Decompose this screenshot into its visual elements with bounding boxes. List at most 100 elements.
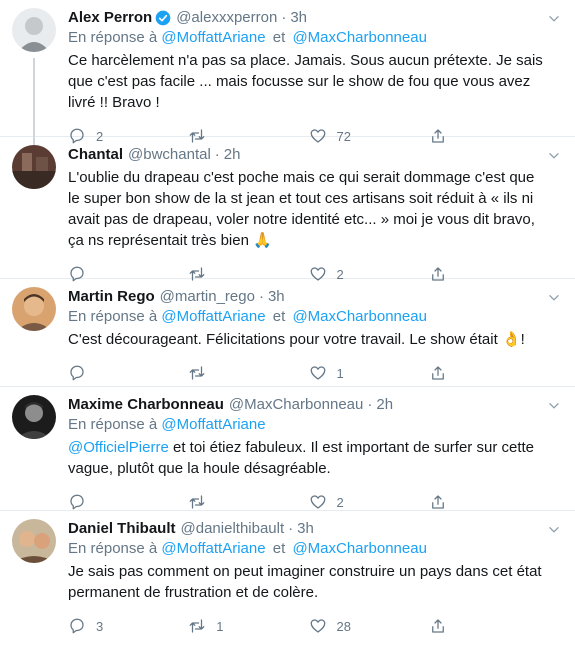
- user-handle[interactable]: @bwchantal: [128, 145, 211, 165]
- retweet-button[interactable]: 1: [188, 617, 308, 635]
- reply-count: 3: [96, 618, 104, 634]
- share-button[interactable]: [429, 364, 549, 382]
- thread-line: [33, 58, 35, 146]
- reply-icon: [70, 618, 84, 634]
- avatar[interactable]: [12, 395, 56, 439]
- user-handle[interactable]: @alexxxperron: [176, 8, 277, 28]
- tweet-header: Chantal @bwchantal · 2h: [68, 145, 549, 165]
- like-button[interactable]: 1: [309, 364, 429, 382]
- tweet-text-end: !: [520, 331, 525, 348]
- chevron-down-icon[interactable]: [547, 291, 561, 305]
- reply-context: En réponse à @MoffattAriane et @MaxCharb…: [68, 539, 549, 559]
- display-name[interactable]: Alex Perron: [68, 8, 152, 28]
- timestamp[interactable]: 3h: [297, 519, 314, 539]
- mention-link[interactable]: @MoffattAriane: [161, 29, 265, 46]
- separator-dot: ·: [258, 288, 264, 305]
- chevron-down-icon[interactable]: [547, 523, 561, 537]
- like-button[interactable]: 2: [309, 493, 429, 511]
- tweet-text: Je sais pas comment on peut imaginer con…: [68, 563, 542, 601]
- emoji: 👌: [501, 331, 521, 348]
- avatar-column: [10, 395, 60, 510]
- avatar-column: [10, 519, 60, 640]
- mention-link[interactable]: @MoffattAriane: [161, 540, 265, 557]
- timestamp[interactable]: 3h: [290, 8, 307, 28]
- share-icon: [431, 495, 444, 509]
- mention-link[interactable]: @MaxCharbonneau: [292, 308, 426, 325]
- chevron-down-icon[interactable]: [547, 399, 561, 413]
- display-name[interactable]: Chantal: [68, 145, 123, 165]
- tweet-header: Alex Perron @alexxxperron · 3h: [68, 8, 549, 28]
- separator-dot: ·: [281, 9, 287, 26]
- tweet[interactable]: Maxime Charbonneau @MaxCharbonneau · 2h …: [0, 387, 575, 511]
- reply-context: En réponse à @MoffattAriane et @MaxCharb…: [68, 28, 549, 48]
- tweet-header: Martin Rego @martin_rego · 3h: [68, 287, 549, 307]
- user-handle[interactable]: @MaxCharbonneau: [229, 395, 363, 415]
- like-button[interactable]: 28: [309, 617, 429, 635]
- tweet[interactable]: Chantal @bwchantal · 2h L'oublie du drap…: [0, 137, 575, 282]
- like-count: 28: [336, 618, 351, 634]
- tweet-text: C'est décourageant. Félicitations pour v…: [68, 329, 549, 350]
- like-icon: [310, 619, 325, 633]
- reply-prefix: En réponse à: [68, 29, 158, 46]
- avatar-column: [10, 8, 60, 146]
- separator-dot: ·: [214, 146, 220, 163]
- reply-icon: [70, 494, 84, 510]
- timestamp[interactable]: 2h: [224, 145, 241, 165]
- mention-link[interactable]: @MoffattAriane: [161, 416, 265, 433]
- share-icon: [431, 366, 444, 380]
- reply-button[interactable]: [68, 493, 188, 511]
- avatar[interactable]: [12, 8, 56, 52]
- avatar[interactable]: [12, 287, 56, 331]
- like-count: 1: [336, 365, 344, 381]
- mention-link[interactable]: @MoffattAriane: [161, 308, 265, 325]
- user-handle[interactable]: @martin_rego: [160, 287, 255, 307]
- like-count: 2: [336, 494, 344, 510]
- like-icon: [310, 366, 325, 380]
- retweet-button[interactable]: [188, 364, 308, 382]
- separator-dot: ·: [367, 396, 373, 413]
- mention-link[interactable]: @MaxCharbonneau: [292, 29, 426, 46]
- avatar[interactable]: [12, 145, 56, 189]
- tweet-actions: 3 1 28: [68, 606, 549, 646]
- retweet-icon: [189, 366, 205, 380]
- tweet[interactable]: Daniel Thibault @danielthibault · 3h En …: [0, 511, 575, 640]
- tweet-text: L'oublie du drapeau c'est poche mais ce …: [68, 167, 549, 251]
- tweet[interactable]: Alex Perron @alexxxperron · 3h En répons…: [0, 0, 575, 146]
- share-button[interactable]: [429, 493, 549, 511]
- avatar-column: [10, 287, 60, 386]
- tweet[interactable]: Martin Rego @martin_rego · 3h En réponse…: [0, 279, 575, 387]
- reply-separator: et: [272, 29, 286, 46]
- tweet-header: Daniel Thibault @danielthibault · 3h: [68, 519, 549, 539]
- retweet-icon: [189, 495, 205, 509]
- tweet-text: @OfficielPierre et toi étiez fabuleux. I…: [68, 437, 549, 479]
- tweet-text-body: C'est décourageant. Félicitations pour v…: [68, 331, 498, 348]
- separator-dot: ·: [288, 520, 294, 537]
- reply-context: En réponse à @MoffattAriane et @MaxCharb…: [68, 307, 549, 327]
- chevron-down-icon[interactable]: [547, 12, 561, 26]
- reply-context: En réponse à @MoffattAriane: [68, 415, 549, 435]
- retweet-icon: [189, 619, 205, 633]
- user-handle[interactable]: @danielthibault: [181, 519, 285, 539]
- timestamp[interactable]: 3h: [268, 287, 285, 307]
- reply-button[interactable]: 3: [68, 617, 188, 635]
- display-name[interactable]: Martin Rego: [68, 287, 155, 307]
- retweet-button[interactable]: [188, 493, 308, 511]
- avatar[interactable]: [12, 519, 56, 563]
- reply-separator: et: [272, 540, 286, 557]
- reply-button[interactable]: [68, 364, 188, 382]
- share-button[interactable]: [429, 617, 549, 635]
- chevron-down-icon[interactable]: [547, 149, 561, 163]
- reply-prefix: En réponse à: [68, 308, 158, 325]
- retweet-count: 1: [216, 618, 224, 634]
- like-icon: [310, 495, 325, 509]
- emoji: 🙏: [253, 232, 272, 249]
- avatar-column: [10, 145, 60, 278]
- display-name[interactable]: Maxime Charbonneau: [68, 395, 224, 415]
- display-name[interactable]: Daniel Thibault: [68, 519, 176, 539]
- reply-separator: et: [272, 308, 286, 325]
- timestamp[interactable]: 2h: [376, 395, 393, 415]
- mention-link[interactable]: @MaxCharbonneau: [292, 540, 426, 557]
- tweet-text-body: L'oublie du drapeau c'est poche mais ce …: [68, 169, 535, 249]
- mention-link[interactable]: @OfficielPierre: [68, 439, 169, 456]
- reply-prefix: En réponse à: [68, 416, 158, 433]
